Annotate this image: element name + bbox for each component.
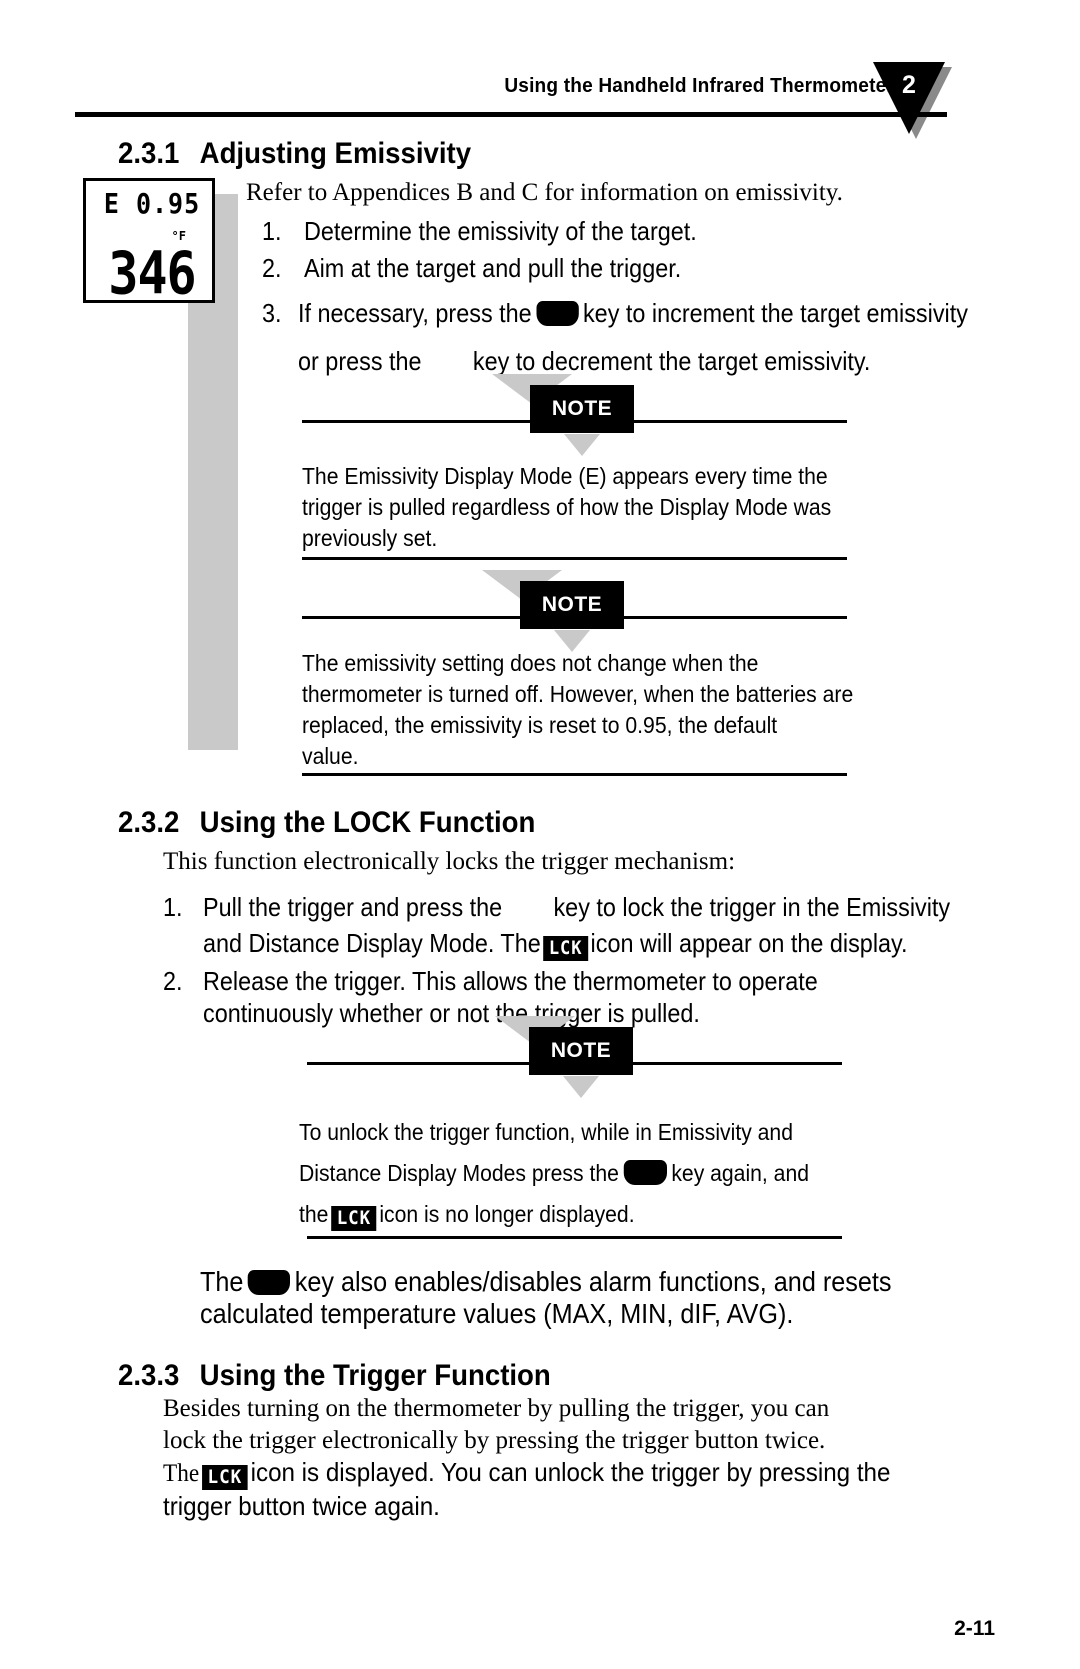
s232-step-2-line-2: continuously whether or not the trigger … bbox=[203, 998, 700, 1028]
note-3-body-line-2b: key again, and bbox=[671, 1160, 809, 1186]
s232-step-1-line-2: and Distance Display Mode. The LCK icon wi… bbox=[203, 925, 908, 961]
heading-2-3-3: 2.3.3 Using the Trigger Function bbox=[118, 1359, 551, 1393]
note-3-body-line-3: the LCK icon is no longer displayed. bbox=[299, 1194, 809, 1235]
header-rule bbox=[75, 112, 947, 117]
note-2-body: The emissivity setting does not change w… bbox=[302, 648, 853, 772]
lcd-display-figure: E 0.95 °F 346 bbox=[83, 178, 215, 308]
lcd-temperature-readout: 346 bbox=[108, 239, 196, 308]
heading-2-3-2-number: 2.3.2 bbox=[118, 806, 180, 839]
heading-2-3-2-title: Using the LOCK Function bbox=[199, 806, 536, 839]
note-3-body-line-2: Distance Display Modes press the key agai… bbox=[299, 1153, 809, 1194]
s231-step-3-line-2: or press the key to decrement the target … bbox=[298, 343, 870, 379]
s231-step-1-text: Determine the emissivity of the target. bbox=[304, 216, 697, 246]
heading-2-3-1-title: Adjusting Emissivity bbox=[199, 137, 472, 170]
note-1-body-line-3: previously set. bbox=[302, 525, 438, 551]
s232-closing-line-1: The key also enables/disables alarm funct… bbox=[200, 1266, 891, 1298]
note-3-body-line-3a: the bbox=[299, 1201, 329, 1227]
s233-line-2: lock the trigger electronically by press… bbox=[163, 1427, 826, 1454]
s233-line-3: The LCK icon is displayed. You can unlock … bbox=[163, 1456, 890, 1490]
note-2-body-line-4: value. bbox=[302, 743, 359, 769]
lck-indicator-icon: LCK bbox=[543, 936, 588, 961]
s231-step-1-marker: 1. bbox=[262, 216, 282, 246]
note-2-label: NOTE bbox=[520, 581, 624, 629]
s233-closing: The LCK icon is displayed. You can unlock … bbox=[163, 1456, 890, 1522]
heading-2-3-3-number: 2.3.3 bbox=[118, 1359, 180, 1392]
chapter-number: 2 bbox=[902, 71, 916, 99]
note-3-body-line-1: To unlock the trigger function, while in… bbox=[299, 1119, 793, 1145]
heading-2-3-1: 2.3.1 Adjusting Emissivity bbox=[118, 137, 471, 171]
s233-line-3b: icon is displayed. You can unlock the tr… bbox=[250, 1457, 891, 1487]
note-2-body-line-1: The emissivity setting does not change w… bbox=[302, 650, 759, 676]
s233-line-1: Besides turning on the thermometer by pu… bbox=[163, 1395, 830, 1422]
s232-closing-line-2: calculated temperature values (MAX, MIN,… bbox=[200, 1298, 794, 1329]
s231-step-3-line-1a: If necessary, press the bbox=[298, 298, 532, 328]
chapter-tab: 2 bbox=[873, 62, 955, 142]
lock-key-icon-placeholder[interactable] bbox=[507, 895, 549, 920]
s232-step-1-line-1: Pull the trigger and press the key to loc… bbox=[203, 889, 950, 925]
heading-2-3-1-number: 2.3.1 bbox=[118, 137, 180, 170]
s232-step-2-marker: 2. bbox=[163, 966, 183, 996]
mode-key-icon[interactable] bbox=[623, 1160, 667, 1185]
note-1-label: NOTE bbox=[530, 385, 634, 433]
note-3-body-line-2a: Distance Display Modes press the bbox=[299, 1160, 619, 1186]
mode-key-icon[interactable] bbox=[536, 301, 579, 326]
s233-line-3a: The bbox=[163, 1460, 200, 1487]
s231-step-3-line-1b: key to increment the target emissivity bbox=[582, 298, 968, 328]
mode-key-icon[interactable] bbox=[247, 1270, 291, 1295]
page-title: Using the Handheld Infrared Thermometer bbox=[504, 74, 894, 97]
s232-step-1-line-1a: Pull the trigger and press the bbox=[203, 892, 503, 922]
note-2-bottom-rule bbox=[302, 773, 847, 776]
s232-closing-line-1b: key also enables/disables alarm function… bbox=[294, 1266, 892, 1297]
s231-step-2-marker: 2. bbox=[262, 253, 282, 283]
s232-step-1-line-2b: icon will appear on the display. bbox=[590, 928, 908, 958]
s232-closing-line-1a: The bbox=[200, 1266, 244, 1297]
s231-step-3-line-2a: or press the bbox=[298, 346, 422, 376]
s232-step-2-line-1: Release the trigger. This allows the the… bbox=[203, 966, 818, 996]
s232-step-1-marker: 1. bbox=[163, 892, 183, 922]
s231-step-2-text: Aim at the target and pull the trigger. bbox=[304, 253, 682, 283]
s232-closing: The key also enables/disables alarm funct… bbox=[200, 1266, 891, 1330]
down-key-icon-placeholder[interactable] bbox=[426, 349, 468, 374]
note-2-body-line-3: replaced, the emissivity is reset to 0.9… bbox=[302, 712, 778, 738]
note-1-body: The Emissivity Display Mode (E) appears … bbox=[302, 461, 831, 554]
s233-body: Besides turning on the thermometer by pu… bbox=[163, 1393, 953, 1457]
note-3-label: NOTE bbox=[529, 1027, 633, 1075]
page-header: Using the Handheld Infrared Thermometer … bbox=[0, 0, 1080, 139]
lcd-emissivity-readout: E 0.95 bbox=[103, 187, 201, 220]
note-3-triangle-down bbox=[563, 1076, 599, 1098]
s232-intro: This function electronically locks the t… bbox=[163, 848, 736, 875]
note-1-body-line-1: The Emissivity Display Mode (E) appears … bbox=[302, 463, 828, 489]
note-3-bottom-rule bbox=[307, 1236, 842, 1239]
heading-2-3-2: 2.3.2 Using the LOCK Function bbox=[118, 806, 535, 840]
s233-line-4: trigger button twice again. bbox=[163, 1491, 440, 1521]
note-3-body-line-3b: icon is no longer displayed. bbox=[379, 1201, 635, 1227]
heading-2-3-3-title: Using the Trigger Function bbox=[199, 1359, 551, 1392]
note-2-body-line-2: thermometer is turned off. However, when… bbox=[302, 681, 854, 707]
note-1-bottom-rule bbox=[302, 557, 847, 560]
note-1-body-line-2: trigger is pulled regardless of how the … bbox=[302, 494, 832, 520]
s231-step-3-line-2b: key to decrement the target emissivity. bbox=[472, 346, 871, 376]
s231-step-3-line-1: If necessary, press the key to increment … bbox=[298, 295, 968, 331]
s232-step-1-line-1b: key to lock the trigger in the Emissivit… bbox=[553, 892, 951, 922]
lck-indicator-icon: LCK bbox=[201, 1465, 248, 1490]
s231-step-3-marker: 3. bbox=[262, 298, 282, 328]
s232-step-1-line-2a: and Distance Display Mode. The bbox=[203, 928, 541, 958]
note-3-body: To unlock the trigger function, while in… bbox=[299, 1112, 809, 1235]
note-1-triangle-down bbox=[564, 434, 600, 456]
lck-indicator-icon: LCK bbox=[331, 1206, 377, 1231]
page-number: 2-11 bbox=[954, 1617, 995, 1640]
s231-intro: Refer to Appendices B and C for informat… bbox=[246, 179, 843, 206]
